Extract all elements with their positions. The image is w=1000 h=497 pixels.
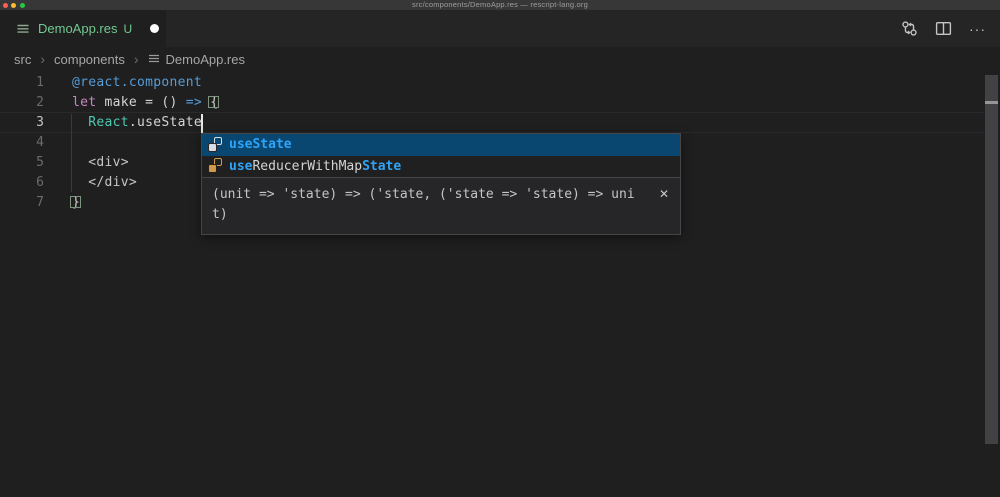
keyword-token: let [72, 95, 96, 110]
chevron-right-icon: › [40, 51, 45, 67]
split-editor-icon[interactable] [935, 20, 952, 37]
symbol-value-icon [207, 158, 223, 174]
line-number-2: 2 [0, 93, 44, 113]
more-actions-icon[interactable]: ··· [969, 20, 986, 37]
code-token: make = () [96, 95, 185, 110]
type-signature-line: t) [212, 205, 650, 225]
vscode-window: src/components/DemoApp.res — rescript-la… [0, 0, 1000, 497]
type-signature-line: (unit => 'state) => ('state, ('state => … [212, 185, 650, 205]
close-icon[interactable]: ✕ [659, 187, 669, 201]
symbol-value-icon [207, 137, 223, 153]
suggestion-item-usestate[interactable]: useState [202, 134, 680, 156]
window-titlebar: src/components/DemoApp.res — rescript-la… [0, 0, 1000, 10]
code-line[interactable]: let make = () => { [72, 93, 218, 113]
line-number-6: 6 [0, 173, 44, 193]
chevron-right-icon: › [134, 51, 139, 67]
line-number-7: 7 [0, 193, 44, 213]
file-icon [16, 23, 30, 35]
vertical-scrollbar[interactable] [985, 75, 998, 444]
suggest-widget: useState useReducerWithMapState (unit =>… [201, 133, 681, 235]
window-title: src/components/DemoApp.res — rescript-la… [0, 0, 1000, 10]
code-line[interactable]: } [72, 193, 80, 213]
editor-tab-bar: DemoApp.res U [0, 10, 1000, 47]
breadcrumb-file[interactable]: DemoApp.res [148, 52, 245, 67]
code-token [72, 115, 88, 130]
code-line[interactable]: <div> [72, 153, 129, 173]
jsx-tag-token: <div> [72, 155, 129, 170]
line-number-4: 4 [0, 133, 44, 153]
breadcrumb-components[interactable]: components [54, 52, 125, 67]
line-number-3: 3 [0, 113, 44, 133]
suggestion-docs-panel: (unit => 'state) => ('state, ('state => … [202, 177, 680, 234]
suggestion-label: useReducerWithMapState [229, 159, 401, 174]
unsaved-changes-dot[interactable] [150, 24, 159, 33]
matched-bracket: } [72, 195, 80, 210]
tab-label: DemoApp.res [38, 21, 117, 36]
arrow-token: => [186, 95, 202, 110]
module-token: React [88, 115, 129, 130]
code-line[interactable]: React.useState [72, 113, 202, 133]
git-status-badge: U [123, 22, 132, 36]
suggestion-item-usereducerwithmapstate[interactable]: useReducerWithMapState [202, 156, 680, 178]
decorator-token: @react.component [72, 75, 202, 90]
breadcrumb-file-label: DemoApp.res [166, 52, 245, 67]
code-line[interactable]: </div> [72, 173, 137, 193]
breadcrumb-src[interactable]: src [14, 52, 31, 67]
code-token: .useState [129, 115, 202, 130]
open-changes-icon[interactable] [901, 20, 918, 37]
file-icon [148, 52, 160, 67]
line-number-1: 1 [0, 73, 44, 93]
code-line[interactable]: @react.component [72, 73, 202, 93]
suggestion-label: useState [229, 137, 292, 152]
matched-bracket: { [210, 95, 218, 110]
editor-actions: ··· [901, 10, 986, 47]
overview-ruler-cursor-marker [985, 101, 998, 104]
jsx-tag-token: </div> [72, 175, 137, 190]
line-number-5: 5 [0, 153, 44, 173]
tab-demoapp-res[interactable]: DemoApp.res U [0, 10, 166, 47]
text-cursor [201, 114, 203, 133]
breadcrumb: src › components › DemoApp.res [0, 47, 1000, 71]
